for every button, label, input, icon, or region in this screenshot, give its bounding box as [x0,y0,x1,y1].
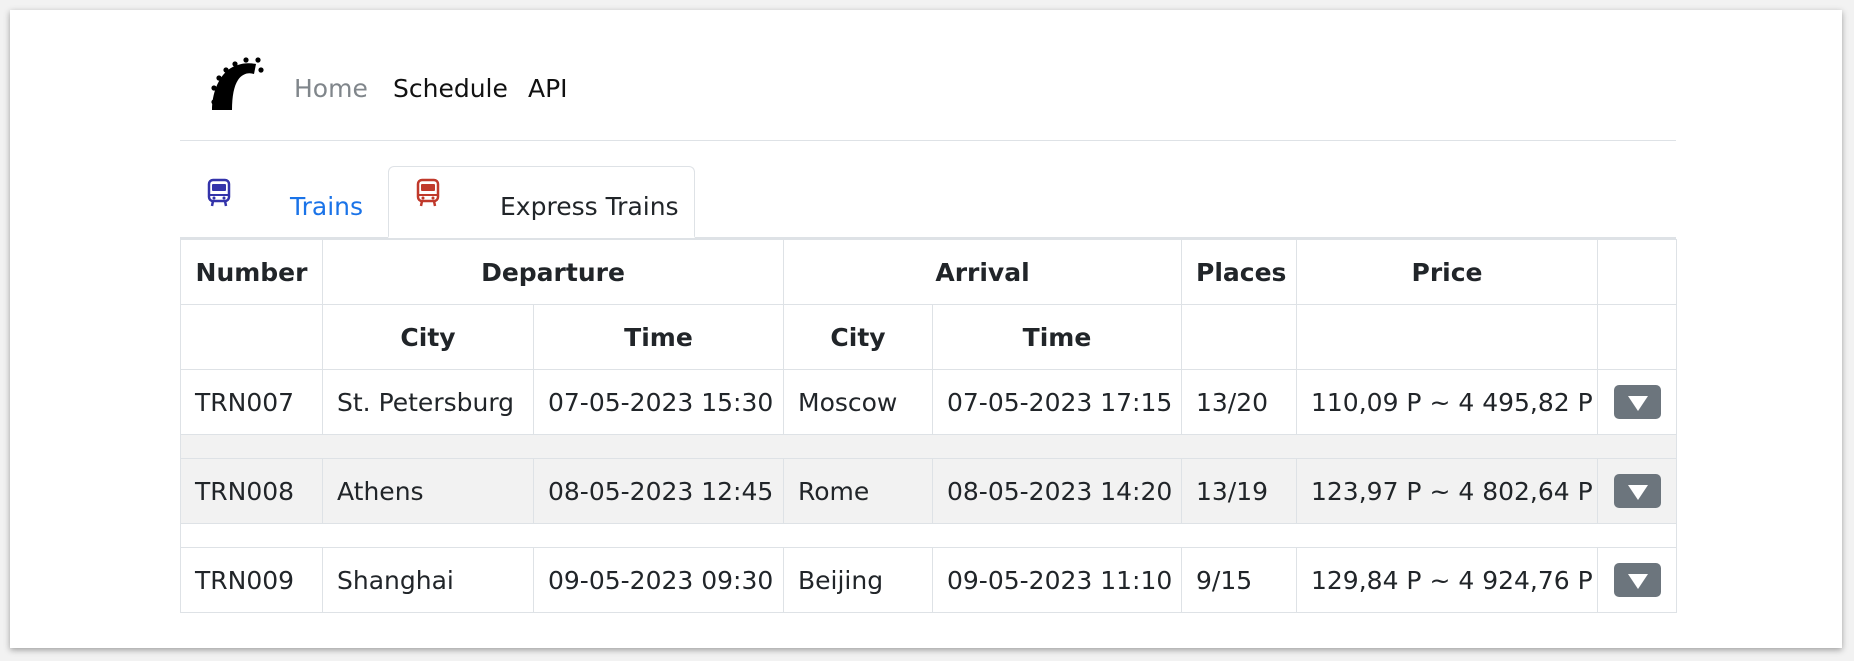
train-type-tabs: Trains Express Trains [180,141,1676,239]
cell-arrival-city: Beijing [783,547,933,613]
nav-api-link[interactable]: API [528,74,568,104]
cell-places: 13/19 [1181,458,1297,524]
subheader-actions [1597,304,1677,370]
header-departure: Departure [322,239,784,305]
cell-departure-time: 08-05-2023 12:45 [533,458,784,524]
bus-icon [416,178,440,207]
cell-price: 129,84 P ~ 4 924,76 P [1296,547,1598,613]
expand-row-button[interactable] [1613,385,1661,419]
cell-price: 110,09 P ~ 4 495,82 P [1296,369,1598,435]
schedule-table: Number Departure Arrival Places Price Ci… [180,239,1677,613]
subheader-price [1296,304,1598,370]
browser-frame: Home Schedule API Trains Express Trains … [10,10,1842,648]
cell-price: 123,97 P ~ 4 802,64 P [1296,458,1598,524]
cell-arrival-city: Moscow [783,369,933,435]
cell-departure-time: 07-05-2023 15:30 [533,369,784,435]
table-row: TRN009 Shanghai 09-05-2023 09:30 Beijing… [180,547,1677,613]
cell-departure-time: 09-05-2023 09:30 [533,547,784,613]
subheader-arrival-time: Time [932,304,1182,370]
expand-row-button[interactable] [1613,563,1661,597]
cell-departure-city: Athens [322,458,534,524]
cell-arrival-time: 07-05-2023 17:15 [932,369,1182,435]
cell-arrival-city: Rome [783,458,933,524]
cell-arrival-time: 09-05-2023 11:10 [932,547,1182,613]
cell-number: TRN008 [180,458,323,524]
navbar: Home Schedule API [180,10,1676,141]
tab-express-trains[interactable]: Express Trains [388,166,695,238]
expand-row-button[interactable] [1613,474,1661,508]
subheader-departure-time: Time [533,304,784,370]
header-actions [1597,239,1677,305]
cell-departure-city: St. Petersburg [322,369,534,435]
subheader-number [180,304,323,370]
subheader-arrival-city: City [783,304,933,370]
bus-icon [207,178,231,207]
railway-logo-icon[interactable] [206,56,264,114]
cell-actions [1597,369,1677,435]
subheader-departure-city: City [322,304,534,370]
cell-actions [1597,547,1677,613]
header-places: Places [1181,239,1297,305]
cell-number: TRN009 [180,547,323,613]
subheader-places [1181,304,1297,370]
header-number: Number [180,239,323,305]
sub-header-row: City Time City Time [180,304,1677,370]
row-detail-spacer [180,434,1677,459]
nav-home-link[interactable]: Home [294,74,368,104]
cell-arrival-time: 08-05-2023 14:20 [932,458,1182,524]
tab-trains[interactable]: Trains [180,167,388,237]
cell-number: TRN007 [180,369,323,435]
row-detail-spacer [180,523,1677,548]
page-container: Home Schedule API Trains Express Trains … [180,10,1677,613]
cell-places: 9/15 [1181,547,1297,613]
table-row: TRN007 St. Petersburg 07-05-2023 15:30 M… [180,369,1677,435]
header-price: Price [1296,239,1598,305]
tab-trains-label: Trains [290,192,364,221]
nav-schedule-link[interactable]: Schedule [393,74,508,104]
cell-departure-city: Shanghai [322,547,534,613]
header-arrival: Arrival [783,239,1182,305]
group-header-row: Number Departure Arrival Places Price [180,239,1677,305]
cell-actions [1597,458,1677,524]
table-row: TRN008 Athens 08-05-2023 12:45 Rome 08-0… [180,458,1677,524]
tab-express-trains-label: Express Trains [500,192,679,221]
cell-places: 13/20 [1181,369,1297,435]
